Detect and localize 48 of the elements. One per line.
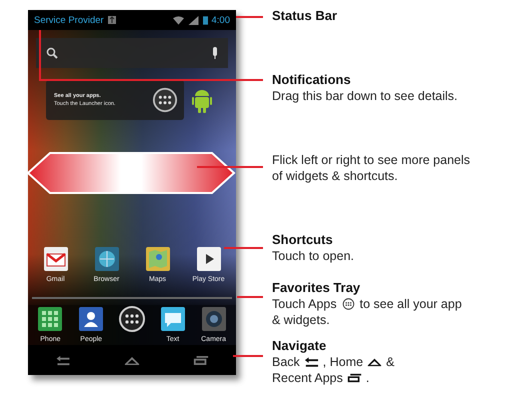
callout-text: of widgets & shortcuts. xyxy=(272,168,398,184)
home-icon[interactable] xyxy=(124,354,140,366)
apps-grid-icon[interactable] xyxy=(118,305,146,333)
callout-title: Favorites Tray xyxy=(272,280,362,296)
callout-text: Recent Apps xyxy=(272,370,343,386)
leader-line xyxy=(233,355,263,357)
camera-lens-icon[interactable] xyxy=(200,305,228,333)
callout-text: Touch to open. xyxy=(272,248,354,264)
back-arrow-icon[interactable] xyxy=(54,354,71,366)
signal-icon xyxy=(188,16,198,24)
leader-line xyxy=(236,16,263,18)
callout-text: Touch Apps xyxy=(272,296,337,312)
play-icon[interactable] xyxy=(194,245,222,273)
recent-apps-icon xyxy=(346,372,362,384)
callout-title: Status Bar xyxy=(272,8,338,24)
callout-title: Navigate xyxy=(272,338,328,354)
leader-line xyxy=(237,296,263,298)
callout-text: . xyxy=(366,370,370,386)
callout-text: Drag this bar down to see details. xyxy=(272,88,458,104)
usb-icon xyxy=(108,16,116,24)
clock-time: 4:00 xyxy=(212,14,230,26)
home-icon xyxy=(367,356,382,368)
search-icon xyxy=(46,47,58,59)
apps-grid-icon xyxy=(340,298,356,310)
person-icon[interactable] xyxy=(77,305,106,333)
leader-line xyxy=(224,247,263,249)
callout-text: to see all your app xyxy=(360,296,462,312)
callout-text: Back xyxy=(272,354,300,370)
callout-text: , Home xyxy=(322,354,364,370)
wifi-icon xyxy=(172,16,184,24)
apps-grid-icon xyxy=(152,87,178,113)
leader-line xyxy=(197,166,263,168)
back-arrow-icon xyxy=(304,356,319,368)
chat-bubble-icon[interactable] xyxy=(158,305,187,333)
map-icon[interactable] xyxy=(144,245,172,273)
callout-text: & xyxy=(386,354,394,370)
callout-title: Shortcuts xyxy=(272,232,334,248)
recent-apps-icon[interactable] xyxy=(193,354,210,366)
globe-icon[interactable] xyxy=(92,245,120,273)
callout-text: Flick left or right to see more panels xyxy=(272,152,470,168)
dialpad-icon[interactable] xyxy=(36,305,64,333)
battery-icon xyxy=(202,16,208,24)
callout-title: Notifications xyxy=(272,72,352,88)
carrier-name: Service Provider xyxy=(34,14,104,26)
callout-text: & widgets. xyxy=(272,312,330,328)
microphone-icon[interactable] xyxy=(212,47,218,59)
envelope-icon[interactable] xyxy=(42,245,70,273)
android-robot-icon xyxy=(192,87,212,113)
